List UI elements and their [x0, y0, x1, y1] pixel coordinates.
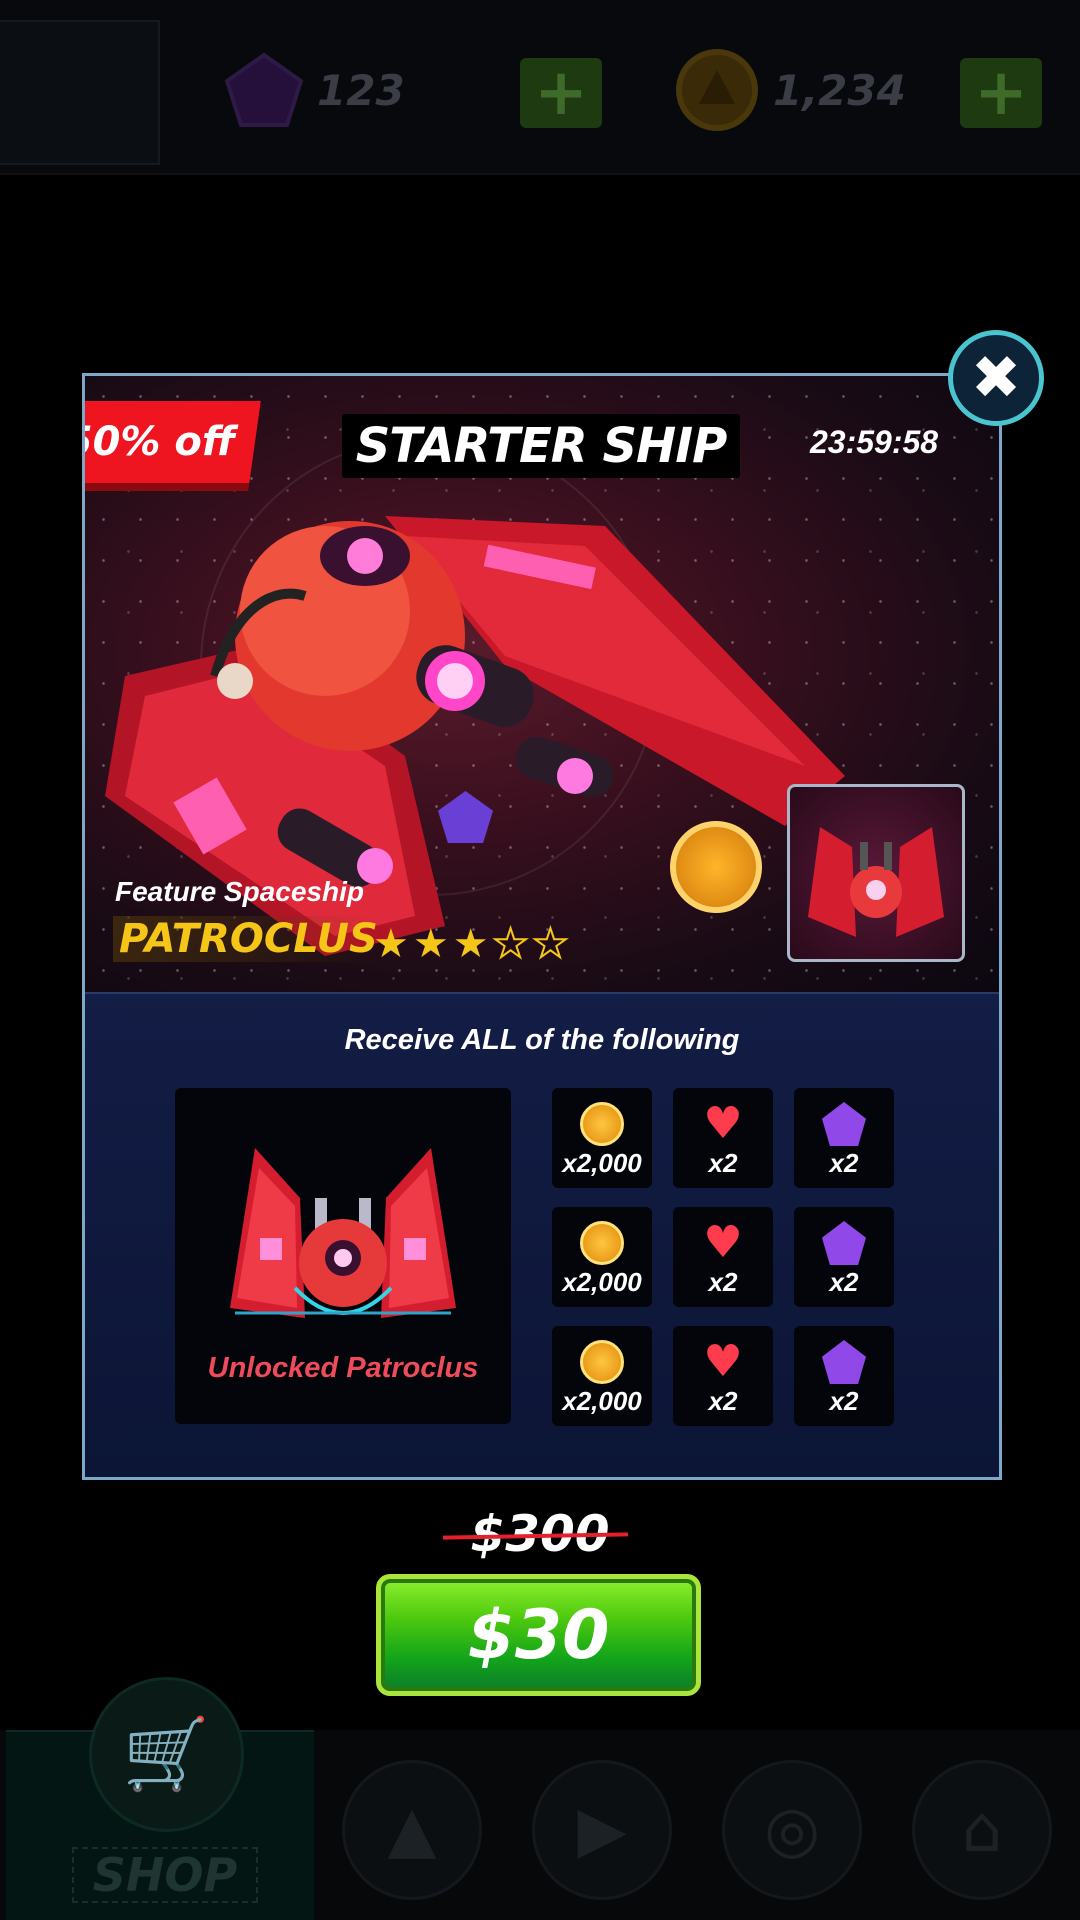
star-empty-icon: ★ — [492, 921, 530, 967]
add-gems-button[interactable]: + — [520, 58, 602, 128]
gem-icon — [822, 1102, 866, 1146]
reward-amount: x2,000 — [562, 1148, 642, 1178]
rewards-panel: Receive ALL of the following Unlocked Pa… — [85, 992, 999, 1477]
shop-label: SHOP — [72, 1847, 258, 1903]
gem-icon — [822, 1340, 866, 1384]
nav-item-rewards[interactable]: ⌂ — [912, 1760, 1052, 1900]
unlock-label: Unlocked Patroclus — [207, 1352, 479, 1384]
add-coins-button[interactable]: + — [960, 58, 1042, 128]
reward-amount: x2 — [708, 1148, 738, 1178]
ship-thumbnail[interactable] — [787, 784, 965, 962]
buy-button[interactable]: $30 — [376, 1574, 701, 1696]
reward-item: x2,000 — [552, 1088, 652, 1188]
discount-text: 50% off — [85, 419, 236, 465]
gem-counter: 123 — [225, 53, 405, 127]
discount-badge: 50% off — [85, 401, 261, 483]
reward-item: x2,000 — [552, 1326, 652, 1426]
countdown-timer: 23:59:58 — [810, 424, 939, 460]
play-icon: ▶ — [577, 1793, 627, 1867]
coin-counter: 1,234 — [675, 49, 906, 131]
reward-item: x2 — [794, 1207, 894, 1307]
cart-icon: 🛒 — [89, 1677, 244, 1832]
reward-amount: x2 — [829, 1386, 859, 1416]
buy-price: $30 — [467, 1595, 610, 1675]
gem-icon — [225, 53, 303, 127]
heart-icon: ♥ — [703, 1098, 743, 1149]
reward-amount: x2,000 — [562, 1386, 642, 1416]
close-button[interactable]: ✖ — [948, 330, 1044, 426]
star-rating: ★ ★ ★ ★ ★ — [373, 921, 569, 967]
bottom-nav: 🛒 SHOP ▲ ▶ ◎ ⌂ — [0, 1677, 1080, 1920]
coin-icon — [580, 1102, 624, 1146]
ship-icon: ▲ — [387, 1793, 437, 1867]
coin-count: 1,234 — [773, 65, 906, 115]
coin-icon — [676, 49, 758, 131]
feature-label: Feature Spaceship — [115, 876, 364, 907]
nav-item-missions[interactable]: ◎ — [722, 1760, 862, 1900]
star-filled-icon: ★ — [412, 921, 449, 967]
ship-thumbnail-image — [808, 827, 944, 937]
scroll-icon: ⌂ — [961, 1793, 1003, 1867]
reward-amount: x2 — [829, 1148, 859, 1178]
target-icon: ◎ — [764, 1793, 820, 1867]
heart-icon: ♥ — [703, 1217, 743, 1268]
gem-icon — [822, 1221, 866, 1265]
starter-ship-offer-dialog: 50% off STARTER SHIP 23:59:58 Feature Sp… — [82, 373, 1002, 1480]
reward-amount: x2 — [708, 1386, 738, 1416]
coin-icon — [580, 1340, 624, 1384]
reward-amount: x2 — [829, 1267, 859, 1297]
profile-panel[interactable] — [0, 20, 160, 165]
nav-item-play[interactable]: ▶ — [532, 1760, 672, 1900]
coin-icon — [580, 1221, 624, 1265]
gem-count: 123 — [317, 65, 405, 115]
hero-banner: 50% off STARTER SHIP 23:59:58 Feature Sp… — [85, 376, 999, 992]
star-filled-icon: ★ — [452, 921, 489, 967]
receive-heading: Receive ALL of the following — [344, 1024, 740, 1056]
close-icon: ✖ — [970, 343, 1022, 413]
star-empty-icon: ★ — [531, 921, 569, 967]
nav-item-ships[interactable]: ▲ — [342, 1760, 482, 1900]
reward-amount: x2,000 — [562, 1267, 642, 1297]
reward-item: x2 — [794, 1326, 894, 1426]
offer-title: STARTER SHIP — [342, 414, 740, 478]
unlock-ship-card: Unlocked Patroclus — [175, 1088, 511, 1424]
reward-amount: x2 — [708, 1267, 738, 1297]
reward-item: x2 — [794, 1088, 894, 1188]
reward-item: ♥ x2 — [673, 1088, 773, 1188]
top-bar: 123 + 1,234 + — [0, 0, 1080, 175]
reward-item: x2,000 — [552, 1207, 652, 1307]
ship-name: PATROCLUS — [113, 916, 384, 962]
reward-item: ♥ x2 — [673, 1326, 773, 1426]
heart-icon: ♥ — [703, 1336, 743, 1387]
patroclus-ship-icon — [230, 1148, 456, 1318]
reward-item: ♥ x2 — [673, 1207, 773, 1307]
nav-item-shop[interactable]: 🛒 SHOP — [6, 1677, 314, 1920]
star-filled-icon: ★ — [373, 921, 409, 967]
